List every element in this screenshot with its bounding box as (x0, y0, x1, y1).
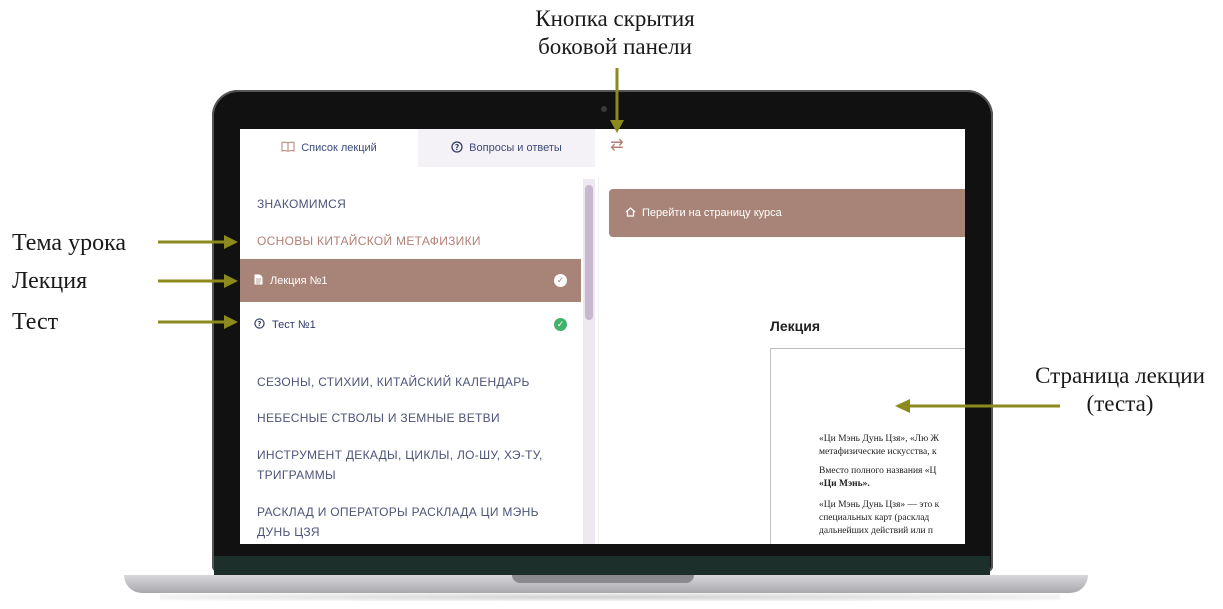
callout-page-line2: (теста) (1086, 391, 1154, 416)
book-icon (281, 141, 295, 155)
doc-line: «Ци Мэнь». (819, 479, 870, 489)
sidebar-divider (598, 177, 599, 544)
swap-arrows-icon: ⇄ (610, 137, 624, 154)
topic-item[interactable]: РАСКЛАД И ОПЕРАТОРЫ РАСКЛАДА ЦИ МЭНЬ (257, 502, 557, 522)
callout-page-line1: Страница лекции (1035, 363, 1205, 388)
doc-line: Вместо полного названия «Ц (819, 466, 937, 476)
callout-test: Тест (12, 309, 59, 335)
topic-item-continued[interactable]: ТРИГРАММЫ (257, 465, 557, 485)
topic-item[interactable]: ЗНАКОМИМСЯ (257, 194, 557, 214)
question-circle-icon: ? (451, 140, 463, 156)
topic-item[interactable]: ИНСТРУМЕНТ ДЕКАДЫ, ЦИКЛЫ, ЛО-ШУ, ХЭ-ТУ, (257, 445, 557, 465)
camera-icon (601, 106, 607, 112)
tab-qa-label: Вопросы и ответы (469, 142, 562, 154)
lesson-item-label: Лекция №1 (270, 274, 328, 287)
topic-item-active[interactable]: ОСНОВЫ КИТАЙСКОЙ МЕТАФИЗИКИ (257, 231, 557, 251)
tab-qa[interactable]: ? Вопросы и ответы (418, 129, 595, 167)
doc-line: метафизические искусства, к (819, 447, 937, 457)
doc-line: дальнейших действий или п (819, 526, 934, 536)
app-screen: Список лекций ? Вопросы и ответы ⇄ ЗНАКО… (240, 129, 965, 544)
svg-text:?: ? (455, 142, 459, 151)
callout-lecture: Лекция (12, 268, 88, 294)
sidebar: ЗНАКОМИМСЯ ОСНОВЫ КИТАЙСКОЙ МЕТАФИЗИКИ Л… (240, 177, 583, 544)
course-page-button-label: Перейти на страницу курса (642, 207, 782, 219)
check-icon: ✓ (554, 274, 567, 287)
course-page-button[interactable]: Перейти на страницу курса (609, 189, 965, 237)
sidebar-scrollbar-thumb[interactable] (585, 185, 593, 320)
check-icon: ✓ (554, 318, 567, 331)
doc-line: специальных карт (расклад (819, 513, 930, 523)
callout-lesson-topic: Тема урока (12, 230, 127, 256)
sidebar-tabs: Список лекций ? Вопросы и ответы (240, 129, 595, 167)
lecture-document[interactable]: «Ци Мэнь Дунь Цзя», «Лю Ж метафизические… (770, 348, 965, 544)
topic-item-continued[interactable]: ДУНЬ ЦЗЯ (257, 522, 557, 542)
question-circle-icon: ? (254, 318, 265, 332)
sidebar-toggle-button[interactable]: ⇄ (606, 137, 628, 155)
callout-page: Страница лекции (теста) (1010, 362, 1223, 418)
laptop-notch (512, 575, 694, 583)
tab-lectures-label: Список лекций (301, 142, 377, 154)
callout-sidebar-toggle: Кнопка скрытия боковой панели (470, 5, 760, 61)
lecture-heading: Лекция (770, 318, 820, 334)
topic-item[interactable]: НЕБЕСНЫЕ СТВОЛЫ И ЗЕМНЫЕ ВЕТВИ (257, 408, 557, 428)
test-item-label: Тест №1 (272, 319, 316, 331)
topic-item[interactable]: СЕЗОНЫ, СТИХИИ, КИТАЙСКИЙ КАЛЕНДАРЬ (257, 372, 557, 392)
callout-sidebar-toggle-line1: Кнопка скрытия (535, 6, 695, 31)
tab-lectures[interactable]: Список лекций (240, 129, 418, 167)
lesson-item-active[interactable]: Лекция №1 ✓ (240, 259, 581, 302)
laptop-shadow (160, 593, 1060, 601)
test-item[interactable]: ? Тест №1 ✓ (240, 305, 581, 345)
home-icon (625, 206, 636, 220)
document-icon (254, 274, 263, 288)
doc-line: «Ци Мэнь Дунь Цзя», «Лю Ж (819, 434, 940, 444)
svg-text:?: ? (258, 320, 262, 328)
doc-line: «Ци Мэнь Дунь Цзя» — это к (819, 500, 940, 510)
callout-sidebar-toggle-line2: боковой панели (538, 34, 692, 59)
